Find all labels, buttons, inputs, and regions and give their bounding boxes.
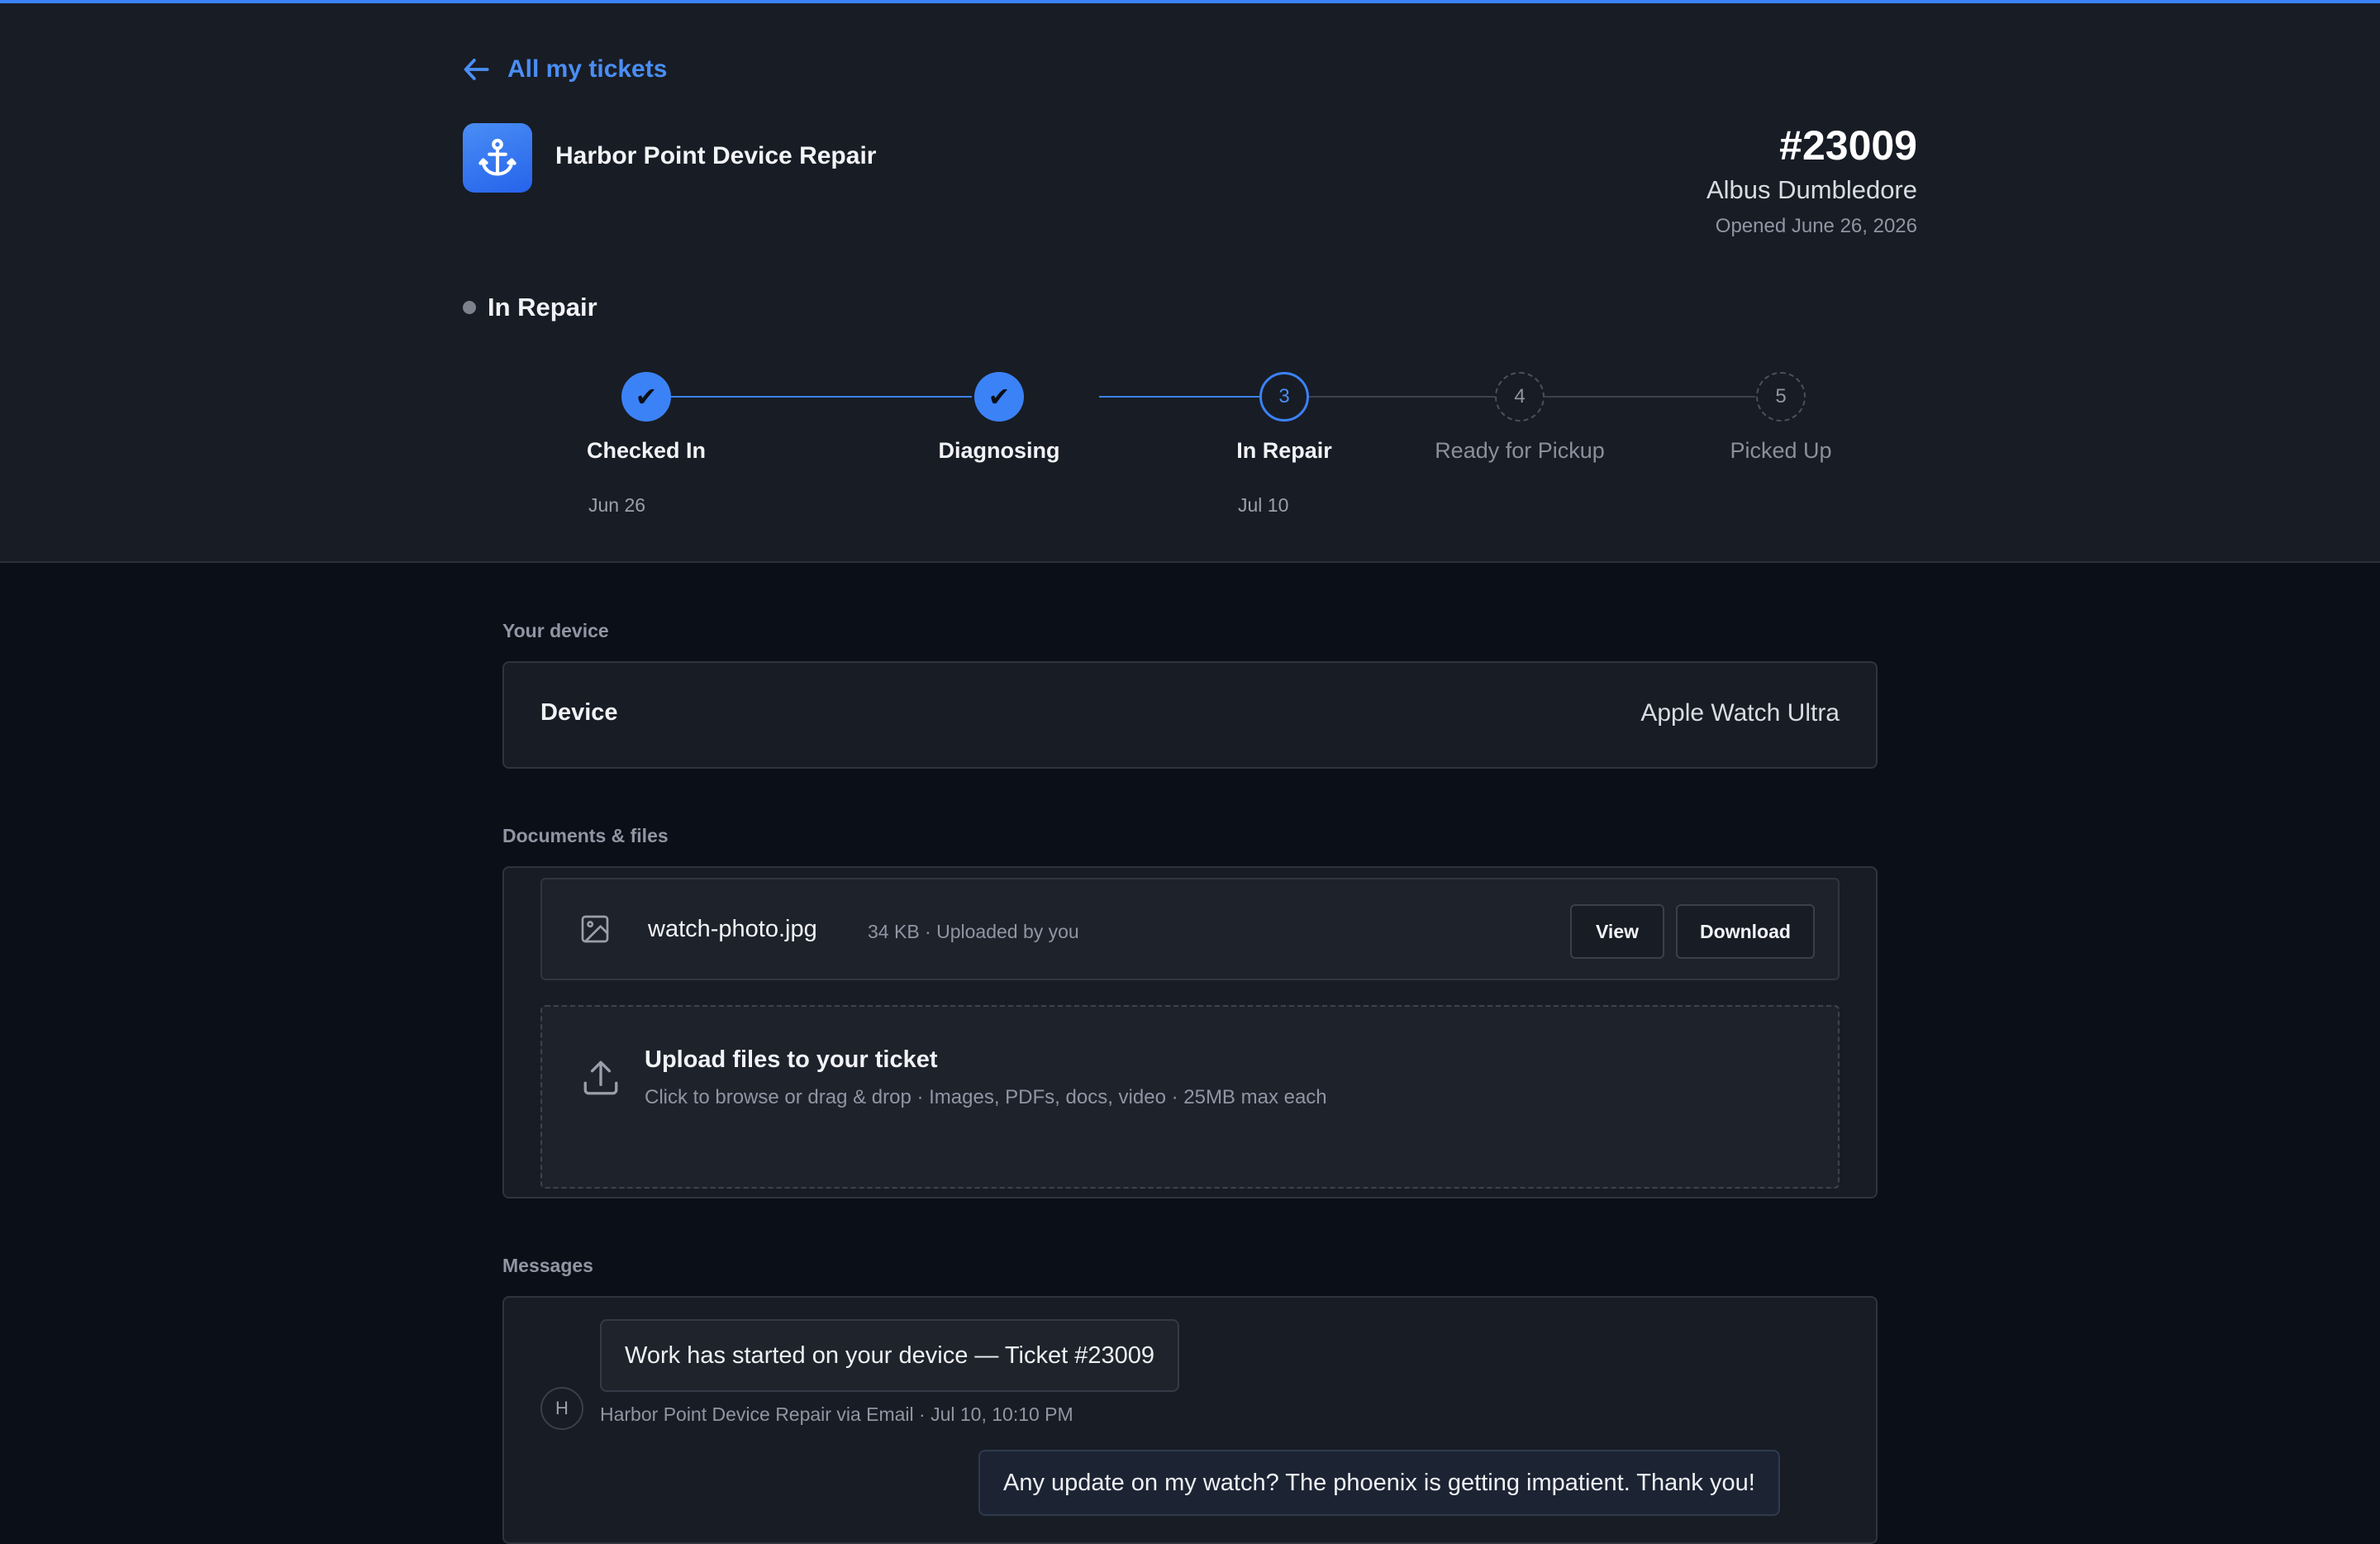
message-meta: Harbor Point Device Repair via Email · J… <box>600 1403 1073 1425</box>
status-dot <box>463 301 476 314</box>
device-key: Device <box>540 699 618 726</box>
ticket-header: All my tickets Harbor Point Device Repai… <box>0 3 2380 563</box>
step-connector <box>671 396 972 398</box>
file-row: watch-photo.jpg 34 KB · Uploaded by you … <box>540 878 1840 980</box>
messages-section-title: Messages <box>502 1255 593 1276</box>
step-2-label: Diagnosing <box>938 438 1060 463</box>
step-connector <box>1099 396 1261 398</box>
back-to-tickets-link[interactable]: All my tickets <box>461 51 667 88</box>
messages-card: Work has started on your device — Ticket… <box>502 1296 1878 1544</box>
step-5-label: Picked Up <box>1730 438 1832 463</box>
step-3-label: In Repair <box>1236 438 1332 463</box>
ticket-number: #23009 <box>1779 122 1917 169</box>
view-file-button[interactable]: View <box>1570 904 1664 959</box>
shop-name: Harbor Point Device Repair <box>555 142 877 169</box>
step-1-label: Checked In <box>586 438 707 463</box>
opened-date: Opened June 26, 2026 <box>1715 215 1917 237</box>
upload-title: Upload files to your ticket <box>645 1046 938 1073</box>
ticket-info: #23009 Albus Dumbledore Opened June 26, … <box>1706 119 1917 243</box>
device-value: Apple Watch Ultra <box>1640 699 1840 727</box>
step-3-marker: 3 <box>1259 372 1309 422</box>
arrow-left-icon <box>464 59 489 80</box>
step-4-label: Ready for Pickup <box>1435 438 1605 463</box>
step-connector <box>1544 396 1755 398</box>
upload-hint: Click to browse or drag & drop · Images,… <box>645 1086 1327 1108</box>
message-bubble-outgoing: Any update on my watch? The phoenix is g… <box>978 1450 1780 1516</box>
upload-dropzone[interactable]: Upload files to your ticket Click to bro… <box>540 1005 1840 1189</box>
step-3-date: Jul 10 <box>1238 494 1289 516</box>
status-label: In Repair <box>488 293 597 322</box>
back-link-label: All my tickets <box>507 55 668 83</box>
step-2-marker: ✔ <box>974 372 1024 422</box>
files-section-title: Documents & files <box>502 825 669 846</box>
step-connector <box>1307 396 1497 398</box>
image-file-icon <box>581 915 609 943</box>
step-1-date: Jun 26 <box>588 494 646 516</box>
download-file-button[interactable]: Download <box>1676 904 1815 959</box>
step-1-marker: ✔ <box>621 372 671 422</box>
device-section-title: Your device <box>502 620 609 641</box>
file-meta: 34 KB · Uploaded by you <box>868 921 1079 942</box>
device-card: Device Apple Watch Ultra <box>502 661 1878 769</box>
customer-name: Albus Dumbledore <box>1706 175 1917 204</box>
step-4-marker: 4 <box>1495 372 1545 422</box>
status-indicator: In Repair <box>463 293 597 322</box>
message-bubble: Work has started on your device — Ticket… <box>600 1319 1180 1392</box>
anchor-icon <box>478 138 516 176</box>
shop-logo <box>463 123 532 193</box>
avatar: H <box>540 1387 583 1430</box>
files-card: watch-photo.jpg 34 KB · Uploaded by you … <box>502 866 1878 1199</box>
step-5-marker: 5 <box>1756 372 1806 422</box>
file-name: watch-photo.jpg <box>648 916 817 942</box>
upload-icon <box>583 1060 618 1095</box>
